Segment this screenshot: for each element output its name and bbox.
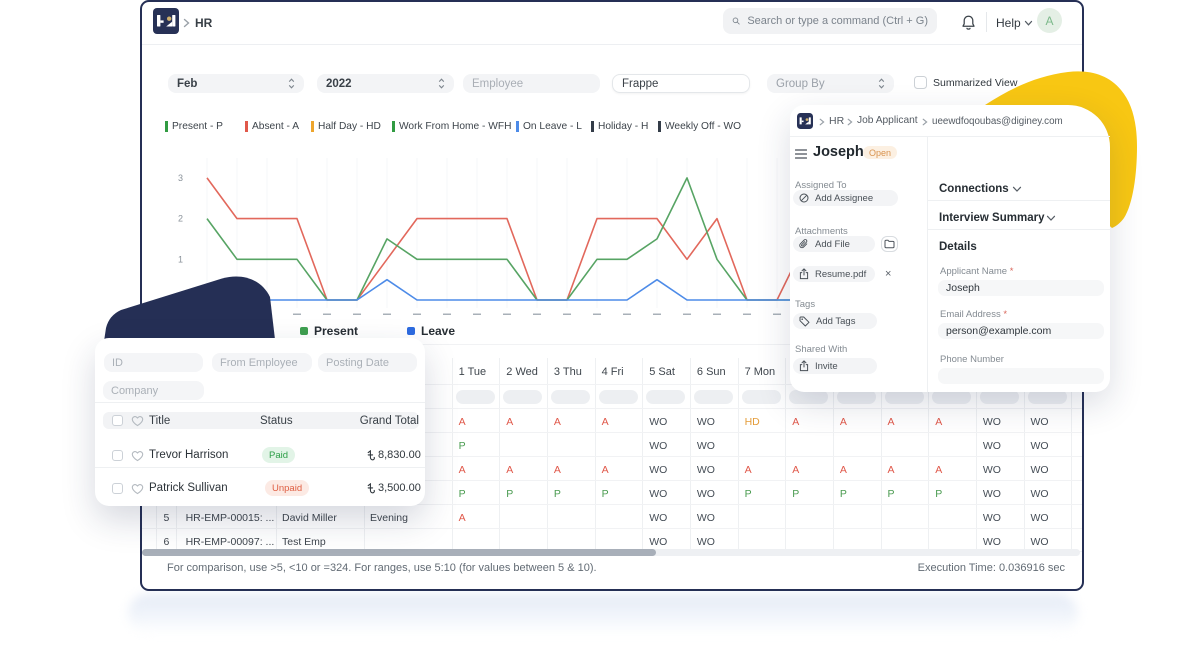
svg-text:1: 1 xyxy=(178,254,183,264)
svg-text:3: 3 xyxy=(178,173,183,183)
svg-text:2: 2 xyxy=(178,214,183,224)
